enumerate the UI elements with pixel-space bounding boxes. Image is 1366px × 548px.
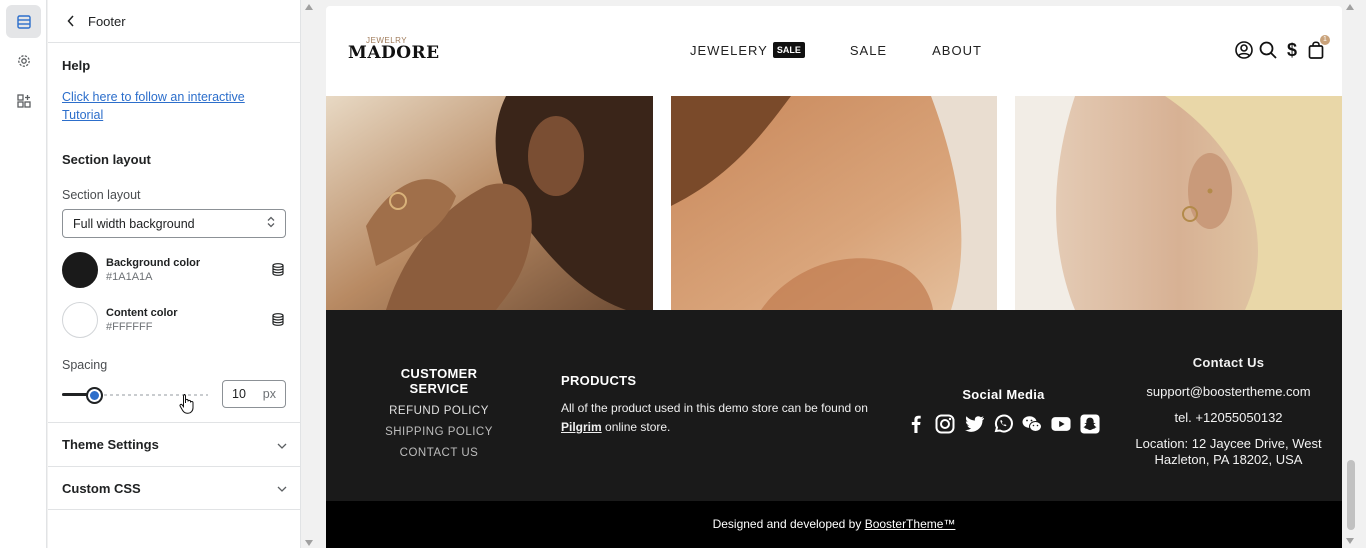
instagram-icon[interactable] <box>935 414 955 434</box>
scrollbar-thumb[interactable] <box>1347 460 1355 530</box>
footer-social: Social Media <box>906 387 1101 434</box>
credit-text: Designed and developed by <box>712 517 865 531</box>
select-arrows-icon <box>267 216 275 231</box>
apps-icon[interactable] <box>6 84 41 117</box>
content-color-value: #FFFFFF <box>106 321 153 333</box>
sections-icon[interactable] <box>6 5 41 38</box>
section-layout-label: Section layout <box>62 188 141 202</box>
store-preview: JEWELRY MADORE JEWELERY SALE SALE ABOUT … <box>326 6 1342 548</box>
editor-rail <box>0 0 47 548</box>
site-footer: CUSTOMER SERVICE REFUND POLICY SHIPPING … <box>326 310 1342 501</box>
whatsapp-icon[interactable] <box>993 414 1013 434</box>
section-layout-title: Section layout <box>62 152 151 167</box>
products-text-end: online store. <box>601 420 671 434</box>
header-icons: $ 1 <box>1235 35 1330 60</box>
background-color-label: Background color <box>106 257 201 269</box>
nav-item-about[interactable]: ABOUT <box>932 43 982 58</box>
footer-link-shipping[interactable]: SHIPPING POLICY <box>370 426 508 438</box>
youtube-icon[interactable] <box>1051 414 1071 434</box>
footer-link-contact[interactable]: CONTACT US <box>370 447 508 459</box>
spacing-value: 10 <box>232 387 246 401</box>
currency-icon[interactable]: $ <box>1283 40 1301 60</box>
contact-location: Location: 12 Jaycee Drive, West Hazleton… <box>1135 436 1322 467</box>
nav-item-sale[interactable]: SALE <box>850 43 887 58</box>
footer-heading: CUSTOMER SERVICE <box>400 366 478 396</box>
gallery-image-neck <box>670 96 998 310</box>
site-header: JEWELRY MADORE JEWELERY SALE SALE ABOUT … <box>326 6 1342 96</box>
background-color-value: #1A1A1A <box>106 271 153 283</box>
panel-scrollbar[interactable] <box>302 0 316 548</box>
gallery-image-earrings <box>1015 96 1342 310</box>
facebook-icon[interactable] <box>906 414 926 434</box>
footer-contact: Contact Us support@boostertheme.com tel.… <box>1121 355 1336 468</box>
contact-phone[interactable]: tel. +12055050132 <box>1121 410 1336 425</box>
footer-link-refund[interactable]: REFUND POLICY <box>370 405 508 417</box>
contact-email[interactable]: support@boostertheme.com <box>1121 384 1336 399</box>
scroll-down-icon[interactable] <box>1346 538 1354 544</box>
search-icon[interactable] <box>1259 41 1277 59</box>
settings-panel: Footer Help Click here to follow an inte… <box>48 0 301 548</box>
scroll-up-icon[interactable] <box>1346 4 1354 10</box>
custom-css-accordion[interactable]: Custom CSS <box>48 466 301 510</box>
chevron-down-icon <box>277 479 287 497</box>
wechat-icon[interactable] <box>1022 414 1042 434</box>
content-color-setting: Content color #FFFFFF <box>62 302 286 338</box>
twitter-icon[interactable] <box>964 414 984 434</box>
sale-badge: SALE <box>772 42 805 58</box>
chevron-left-icon[interactable] <box>64 14 78 28</box>
gear-icon[interactable] <box>6 44 41 77</box>
preview-scrollbar[interactable] <box>1343 0 1358 548</box>
theme-settings-label: Theme Settings <box>62 437 159 452</box>
scroll-down-icon[interactable] <box>305 540 313 546</box>
spacing-label: Spacing <box>62 358 108 372</box>
content-color-swatch[interactable] <box>62 302 98 338</box>
products-text: All of the product used in this demo sto… <box>561 401 868 415</box>
footer-heading: Contact Us <box>1192 355 1265 370</box>
cart-icon[interactable]: 1 <box>1307 35 1330 59</box>
nav-label: SALE <box>849 42 888 58</box>
database-icon[interactable] <box>272 263 286 277</box>
help-title: Help <box>62 58 91 73</box>
footer-heading: PRODUCTS <box>561 373 637 388</box>
spacing-slider-handle[interactable] <box>85 387 103 404</box>
panel-title: Footer <box>88 13 126 29</box>
footer-products-text: All of the product used in this demo sto… <box>561 399 871 437</box>
footer-customer-service: CUSTOMER SERVICE REFUND POLICY SHIPPING … <box>370 366 508 459</box>
social-icons <box>906 414 1101 434</box>
footer-bottom-bar: Designed and developed by BoosterTheme™ <box>326 501 1342 548</box>
nav-item-jewelery[interactable]: JEWELERY SALE <box>690 42 805 58</box>
logo-title: MADORE <box>348 43 440 63</box>
nav-label: ABOUT <box>932 42 982 58</box>
spacing-unit: px <box>262 387 276 401</box>
boostertheme-link[interactable]: BoosterTheme™ <box>865 517 956 531</box>
custom-css-label: Custom CSS <box>62 480 141 496</box>
chevron-down-icon <box>277 436 287 454</box>
panel-header: Footer <box>48 0 300 43</box>
cart-count-badge: 1 <box>1320 35 1330 45</box>
main-nav: JEWELERY SALE SALE ABOUT <box>690 42 1027 58</box>
background-color-setting: Background color #1A1A1A <box>62 252 286 288</box>
nav-label: JEWELERY <box>690 42 768 58</box>
footer-heading: Social Media <box>962 387 1045 402</box>
pilgrim-link[interactable]: Pilgrim <box>561 420 602 434</box>
section-layout-select[interactable]: Full width background <box>62 209 286 238</box>
theme-settings-accordion[interactable]: Theme Settings <box>48 422 301 466</box>
background-color-swatch[interactable] <box>62 252 98 288</box>
footer-products: PRODUCTS All of the product used in this… <box>561 373 871 437</box>
database-icon[interactable] <box>272 313 286 327</box>
content-color-label: Content color <box>106 307 178 319</box>
store-logo[interactable]: JEWELRY MADORE <box>348 36 440 63</box>
snapchat-icon[interactable] <box>1080 414 1100 434</box>
hand-cursor-icon <box>179 393 195 420</box>
account-icon[interactable] <box>1235 41 1253 59</box>
section-layout-value: Full width background <box>73 216 195 231</box>
spacing-input[interactable]: 10 px <box>222 380 286 408</box>
gallery-image-hand-rings <box>326 96 653 310</box>
image-gallery <box>326 96 1342 310</box>
tutorial-link[interactable]: Click here to follow an interactive Tuto… <box>62 88 262 124</box>
scroll-up-icon[interactable] <box>305 4 313 10</box>
